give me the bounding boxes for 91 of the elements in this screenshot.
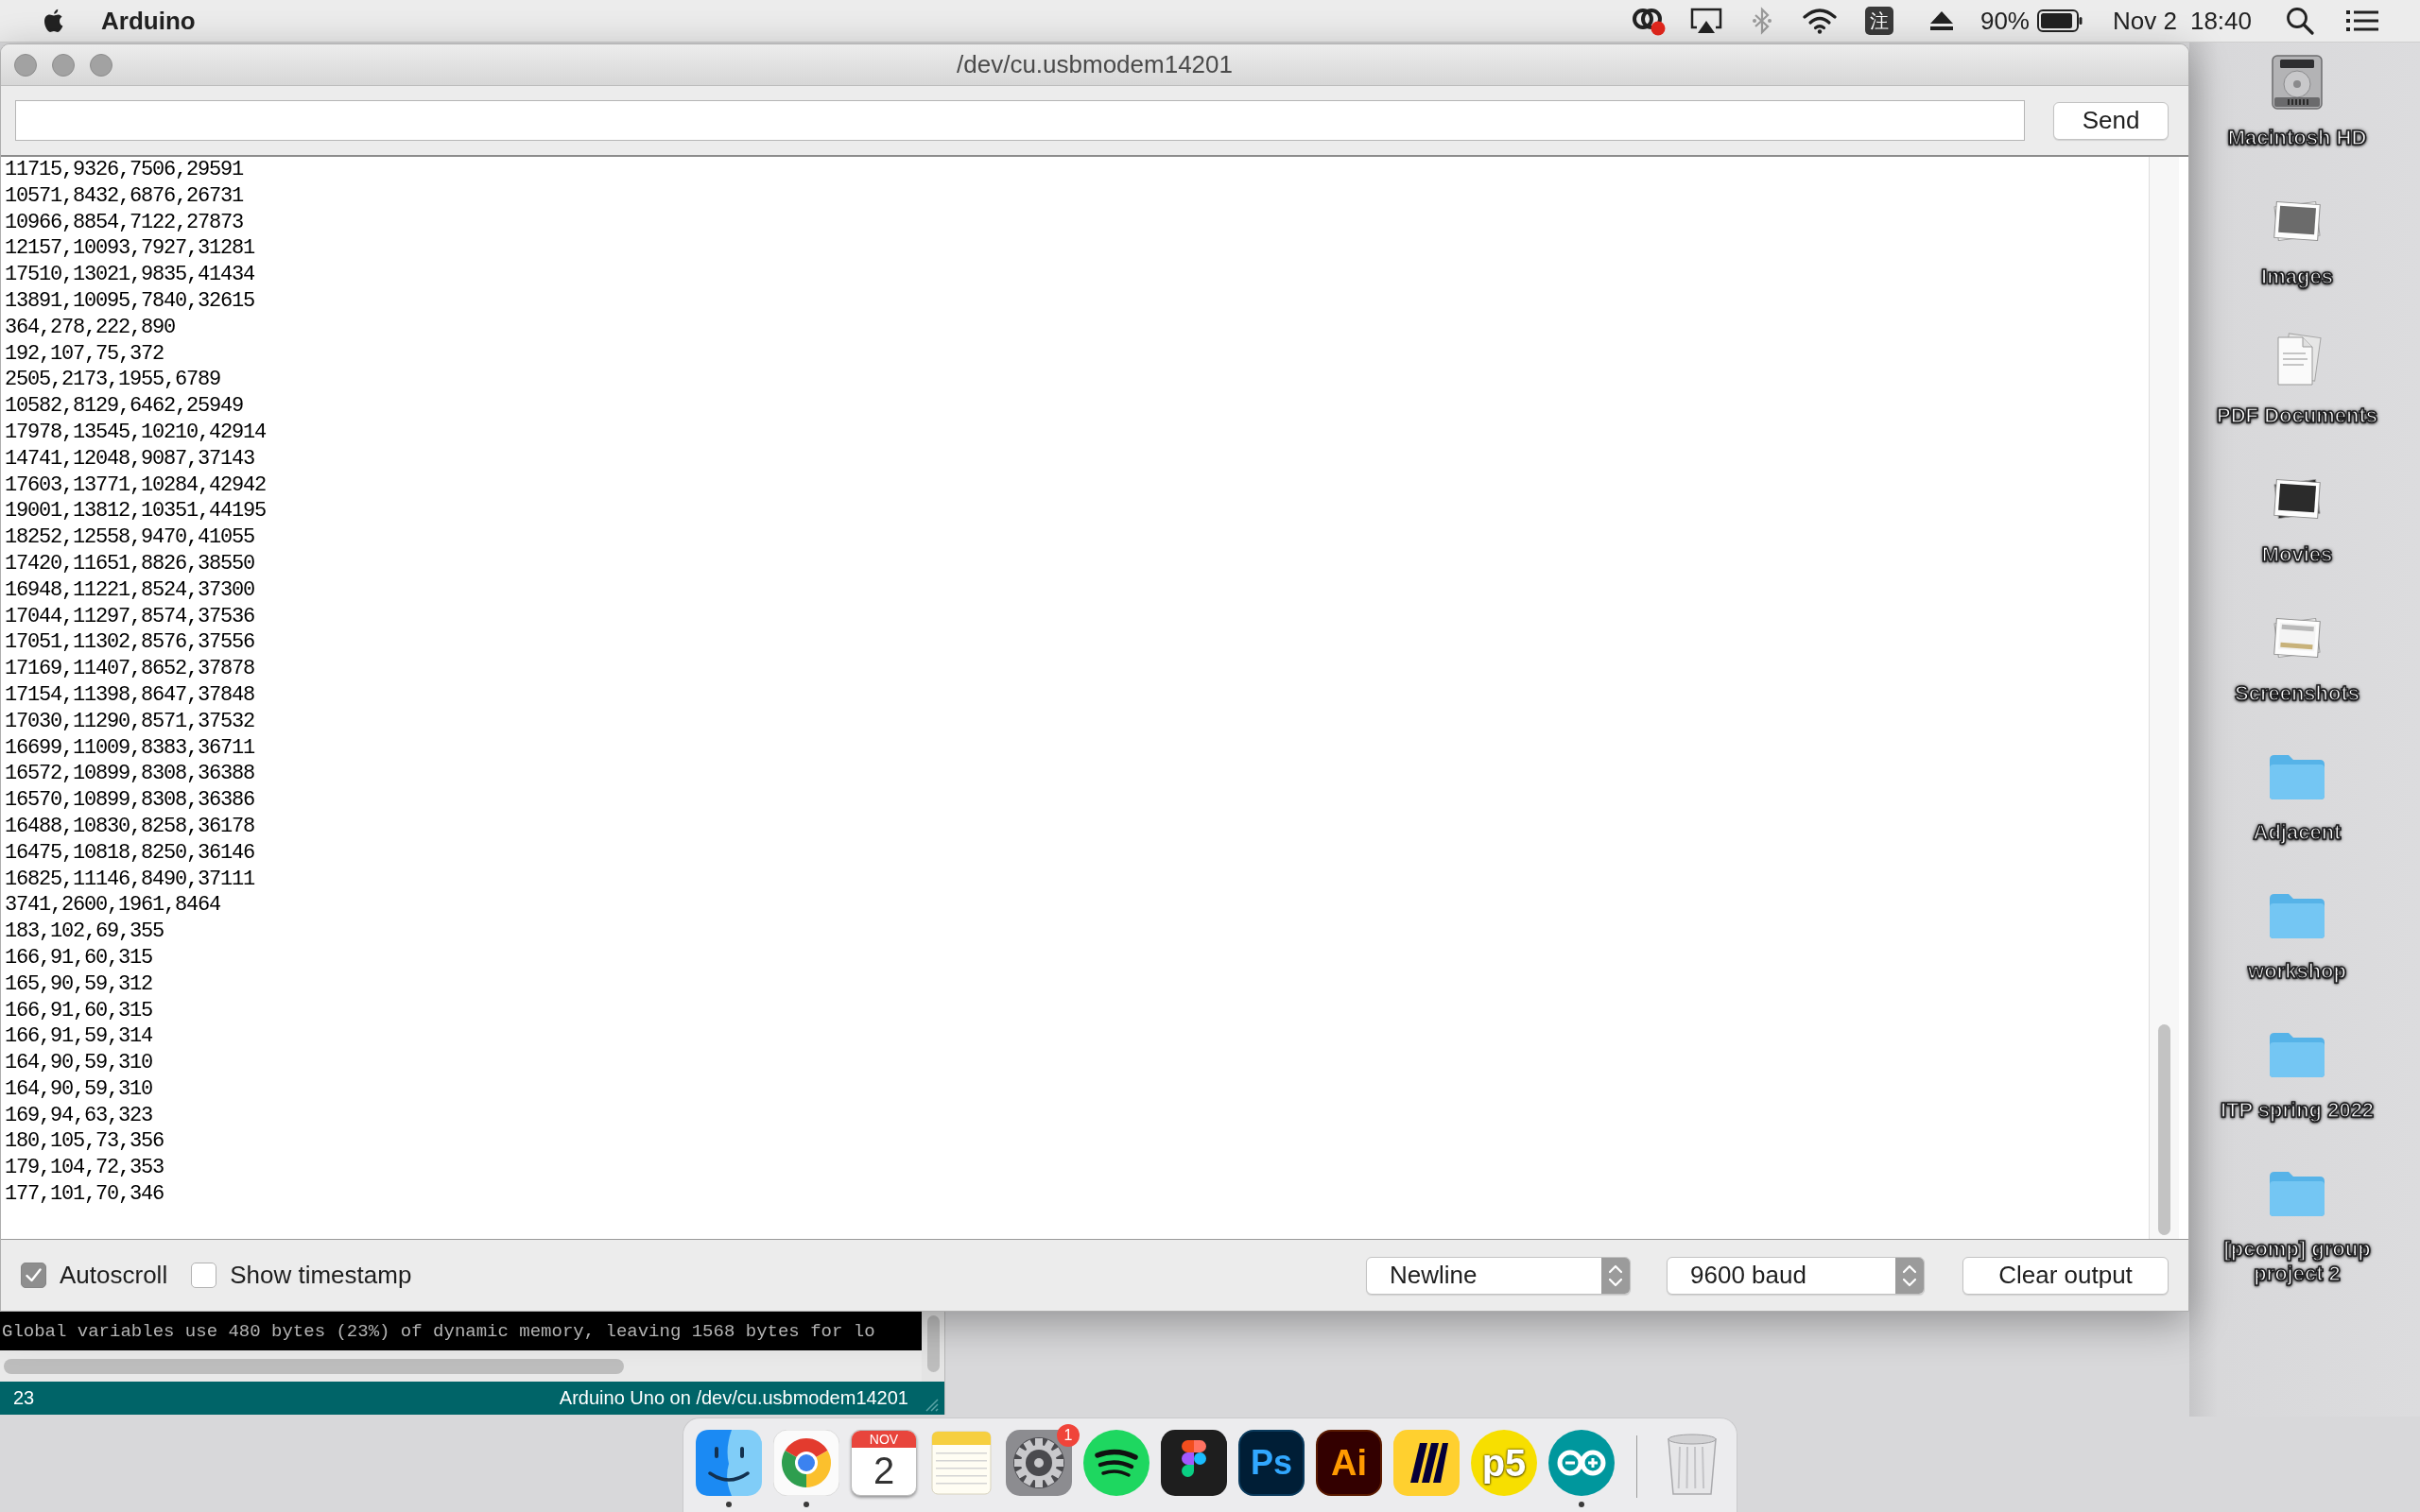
output-line: 18252,12558,9470,41055 xyxy=(5,524,255,551)
window-minimize-button[interactable] xyxy=(52,53,75,77)
output-line: 16488,10830,8258,36178 xyxy=(5,813,255,840)
cloud-icon[interactable] xyxy=(1631,6,1666,36)
output-line: 179,104,72,353 xyxy=(5,1155,164,1182)
output-line: 3741,2600,1961,8464 xyxy=(5,892,221,919)
output-line: 13891,10095,7840,32615 xyxy=(5,288,255,315)
battery-percentage[interactable]: 90% xyxy=(1979,6,2030,36)
window-title: /dev/cu.usbmodem14201 xyxy=(957,50,1233,79)
up-down-chevrons-icon xyxy=(1895,1257,1924,1294)
checkbox[interactable] xyxy=(21,1263,46,1288)
output-line: 177,101,70,346 xyxy=(5,1181,164,1208)
infinity-sign-icon[interactable] xyxy=(1548,1430,1615,1496)
menu-bar-time[interactable]: 18:40 xyxy=(2189,6,2252,36)
checkbox[interactable] xyxy=(191,1263,217,1288)
scrollbar-thumb[interactable] xyxy=(926,1315,940,1372)
checkbox-label[interactable]: Autoscroll xyxy=(60,1261,168,1290)
colored-shapes-icon[interactable] xyxy=(1161,1430,1227,1496)
check-icon xyxy=(26,1268,42,1282)
output-line: 12157,10093,7927,31281 xyxy=(5,235,255,263)
output-line: 16570,10899,8308,36386 xyxy=(5,787,255,814)
input-method-indicator[interactable]: 注 xyxy=(1864,7,1893,35)
output-line: 16475,10818,8250,36146 xyxy=(5,839,255,867)
eject-icon[interactable] xyxy=(1928,10,1954,31)
message-input-field[interactable] xyxy=(15,100,2025,141)
output-line: 17420,11651,8826,38550 xyxy=(5,550,255,577)
output-line: 11715,9326,7506,29591 xyxy=(5,157,244,183)
sound-waves-icon[interactable] xyxy=(1083,1430,1150,1496)
output-line: 164,90,59,310 xyxy=(5,1075,153,1103)
send-button[interactable]: Send xyxy=(2053,101,2169,140)
output-line: 17030,11290,8571,37532 xyxy=(5,708,255,735)
output-line: 16699,11009,8383,36711 xyxy=(5,734,255,762)
output-line: 166,91,60,315 xyxy=(5,944,153,971)
notification-badge: 1 xyxy=(1057,1424,1080,1447)
output-line: 192,107,75,372 xyxy=(5,340,164,368)
output-line: 364,278,222,890 xyxy=(5,314,176,341)
output-line: 165,90,59,312 xyxy=(5,971,153,998)
app-menu[interactable]: Arduino xyxy=(101,6,196,36)
scrollbar-thumb[interactable] xyxy=(2158,1024,2170,1235)
output-line: 16825,11146,8490,37111 xyxy=(5,866,255,893)
output-line: 10582,8129,6462,25949 xyxy=(5,393,244,420)
line-number: 23 xyxy=(13,1387,35,1409)
output-line: 166,91,59,314 xyxy=(5,1023,153,1051)
window-close-button[interactable] xyxy=(14,53,37,77)
search-icon[interactable] xyxy=(2286,7,2314,35)
line-ending-dropdown[interactable]: Newline xyxy=(1366,1256,1631,1295)
desktop-item-label[interactable]: [pcomp] group project 2 xyxy=(2197,1237,2397,1286)
ps-app-tile[interactable]: Ps xyxy=(1238,1430,1305,1496)
output-line: 17169,11407,8652,37878 xyxy=(5,656,255,682)
window-zoom-button[interactable] xyxy=(90,53,112,77)
output-line: 17978,13545,10210,42914 xyxy=(5,419,267,446)
console-message: Global variables use 480 bytes (23%) of dynamic memory, leaving 1568 bytes for lo xyxy=(2,1320,875,1342)
output-line: 16572,10899,8308,36388 xyxy=(5,761,255,788)
wifi-icon[interactable] xyxy=(1802,8,1837,34)
menu-bar-date[interactable]: Nov 2 xyxy=(2113,6,2177,36)
output-line: 17051,11302,8576,37556 xyxy=(5,629,255,657)
calendar-day: 2 xyxy=(873,1448,895,1493)
battery-icon[interactable] xyxy=(2037,9,2083,32)
output-line: 164,90,59,310 xyxy=(5,1050,153,1076)
output-line: 14741,12048,9087,37143 xyxy=(5,445,255,472)
output-line: 16948,11221,8524,37300 xyxy=(5,576,255,604)
output-line: 2505,2173,1955,6789 xyxy=(5,367,221,394)
calendar-icon[interactable]: NOV 2 xyxy=(851,1430,917,1496)
output-line: 17603,13771,10284,42942 xyxy=(5,472,267,499)
desktop-item-label[interactable]: Macintosh HD xyxy=(2227,126,2367,150)
output-line: 10571,8432,6876,26731 xyxy=(5,182,244,210)
output-line: 17154,11398,8647,37848 xyxy=(5,681,255,709)
output-line: 10966,8854,7122,27873 xyxy=(5,209,244,236)
scrollbar-thumb[interactable] xyxy=(4,1358,624,1374)
board-port-label: Arduino Uno on /dev/cu.usbmodem14201 xyxy=(559,1387,908,1409)
output-line: 169,94,63,323 xyxy=(5,1102,153,1129)
stripes-app-icon[interactable] xyxy=(1393,1430,1460,1496)
output-line: 166,91,60,315 xyxy=(5,997,153,1024)
face-icon[interactable] xyxy=(696,1430,762,1496)
clear-output-button[interactable]: Clear output xyxy=(1962,1256,2169,1295)
calendar-month: NOV xyxy=(852,1431,916,1448)
apple-icon[interactable] xyxy=(43,8,65,34)
ai-app-tile[interactable]: Ai xyxy=(1316,1430,1382,1496)
output-line: 19001,13812,10351,44195 xyxy=(5,498,267,525)
list-icon[interactable] xyxy=(2346,9,2378,32)
checkbox-label[interactable]: Show timestamp xyxy=(230,1261,412,1290)
output-line: 183,102,69,355 xyxy=(5,919,164,945)
output-line: 17510,13021,9835,41434 xyxy=(5,262,255,288)
up-down-chevrons-icon xyxy=(1601,1257,1630,1294)
output-line: 180,105,73,356 xyxy=(5,1128,164,1156)
output-line: 17044,11297,8574,37536 xyxy=(5,603,255,630)
scrollbar-track[interactable] xyxy=(2149,157,2179,1239)
bluetooth-icon[interactable] xyxy=(1751,7,1772,35)
baud-rate-dropdown[interactable]: 9600 baud xyxy=(1667,1256,1925,1295)
screen-mirroring-icon[interactable] xyxy=(1688,7,1723,35)
gear-icon[interactable] xyxy=(1006,1430,1072,1496)
